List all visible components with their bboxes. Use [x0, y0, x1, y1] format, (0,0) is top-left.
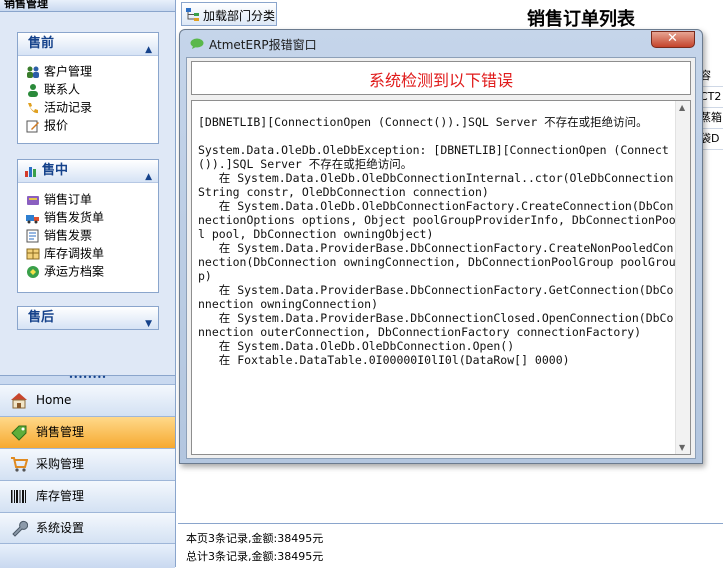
sidebar-item-customers[interactable]: 客户管理: [26, 63, 92, 79]
sales-tag-icon: [11, 425, 27, 441]
speech-bubble-icon: [190, 38, 204, 49]
sidebar-item-carrier[interactable]: 承运方档案: [26, 263, 104, 279]
group-presale-header[interactable]: 售前 ▲: [18, 33, 158, 56]
grid-cell[interactable]: 蒸箱: [700, 108, 723, 129]
sidebar-item-sales-order[interactable]: 销售订单: [26, 191, 92, 207]
invoice-icon: [26, 229, 39, 242]
sidebar-item-quotes[interactable]: 报价: [26, 117, 68, 133]
dialog-titlebar[interactable]: AtmetERP报错窗口 ✕: [180, 30, 702, 56]
sidebar-item-activities[interactable]: 活动记录: [26, 99, 92, 115]
scroll-up-icon[interactable]: ▲: [679, 103, 685, 112]
collapse-chevron-icon[interactable]: ▲: [145, 39, 152, 61]
delivery-truck-icon: [26, 214, 39, 223]
group-insale-title: 售中: [42, 163, 69, 178]
wrench-icon: [12, 520, 28, 537]
group-aftersale: 售后 ▼: [17, 306, 159, 330]
error-headline: 系统检测到以下错误: [368, 71, 513, 90]
expand-chevron-icon[interactable]: ▼: [145, 313, 152, 335]
error-dialog: AtmetERP报错窗口 ✕ 系统检测到以下错误 [DBNETLIB][Conn…: [179, 29, 703, 464]
error-detail-textarea[interactable]: [DBNETLIB][ConnectionOpen (Connect()).]S…: [191, 100, 691, 455]
nav-sales[interactable]: 销售管理: [0, 416, 175, 448]
stock-transfer-icon: [26, 248, 40, 259]
dialog-body: 系统检测到以下错误 [DBNETLIB][ConnectionOpen (Con…: [186, 57, 696, 459]
sidebar-item-stock-transfer[interactable]: 库存调拨单: [26, 245, 104, 261]
barcode-icon: [11, 490, 26, 503]
group-insale: 售中 ▲ 销售订单 销售发货单 销售发票 库存调拨单 承运方档案: [17, 159, 159, 293]
collapse-chevron-icon[interactable]: ▲: [145, 166, 152, 188]
group-presale: 售前 ▲ 客户管理 联系人 活动记录 报价: [17, 32, 159, 144]
vertical-scrollbar[interactable]: ▲ ▼: [675, 101, 690, 454]
activity-phone-icon: [28, 102, 38, 113]
grid-cell[interactable]: 袋D: [700, 129, 723, 150]
error-detail-text: [DBNETLIB][ConnectionOpen (Connect()).]S…: [198, 115, 676, 367]
quote-edit-icon: [26, 120, 39, 132]
sidebar-item-delivery[interactable]: 销售发货单: [26, 209, 104, 225]
nav-footer-strip: [0, 543, 175, 568]
page-record-summary: 本页3条记录,金额:38495元: [186, 532, 324, 545]
carrier-icon: [27, 265, 39, 278]
shopping-cart-icon: [11, 457, 28, 472]
contact-person-icon: [28, 83, 38, 97]
group-insale-header[interactable]: 售中 ▲: [18, 160, 158, 183]
sales-order-icon: [27, 195, 39, 205]
group-aftersale-header[interactable]: 售后 ▼: [18, 307, 158, 329]
group-aftersale-title: 售后: [28, 310, 55, 325]
group-presale-title: 售前: [28, 36, 55, 51]
sidebar-item-contacts[interactable]: 联系人: [26, 81, 80, 97]
grid-cell[interactable]: 容: [700, 66, 723, 87]
customers-icon: [27, 66, 39, 78]
page-title: 销售订单列表: [527, 9, 635, 30]
home-icon: [11, 393, 27, 409]
bar-chart-icon: [25, 167, 36, 177]
nav-purchase[interactable]: 采购管理: [0, 448, 175, 480]
status-bar: 本页3条记录,金额:38495元 总计3条记录,金额:38495元: [178, 523, 723, 568]
grid-cell[interactable]: CT2: [700, 87, 723, 108]
sidebar-item-invoice[interactable]: 销售发票: [26, 227, 92, 243]
close-button[interactable]: ✕: [651, 31, 695, 48]
navigation-pane: 销售管理 售前 ▲ 客户管理 联系人 活动记录 报价 售中 ▲ 销售订单 销售发…: [0, 0, 176, 568]
nav-inventory[interactable]: 库存管理: [0, 480, 175, 512]
scroll-down-icon[interactable]: ▼: [679, 443, 685, 452]
total-record-summary: 总计3条记录,金额:38495元: [186, 550, 324, 563]
close-icon: ✕: [667, 31, 678, 46]
load-department-category-button[interactable]: 加载部门分类: [181, 2, 277, 26]
order-grid-partial: 容 CT2 蒸箱 袋D: [700, 66, 723, 156]
error-headline-box: 系统检测到以下错误: [191, 61, 691, 95]
nav-settings[interactable]: 系统设置: [0, 512, 175, 544]
dialog-title: AtmetERP报错窗口: [209, 38, 317, 52]
tree-category-icon: [186, 8, 199, 21]
nav-home[interactable]: Home: [0, 384, 175, 416]
pane-title: 销售管理: [0, 0, 175, 12]
splitter-grip[interactable]: ••••••••: [0, 374, 175, 384]
